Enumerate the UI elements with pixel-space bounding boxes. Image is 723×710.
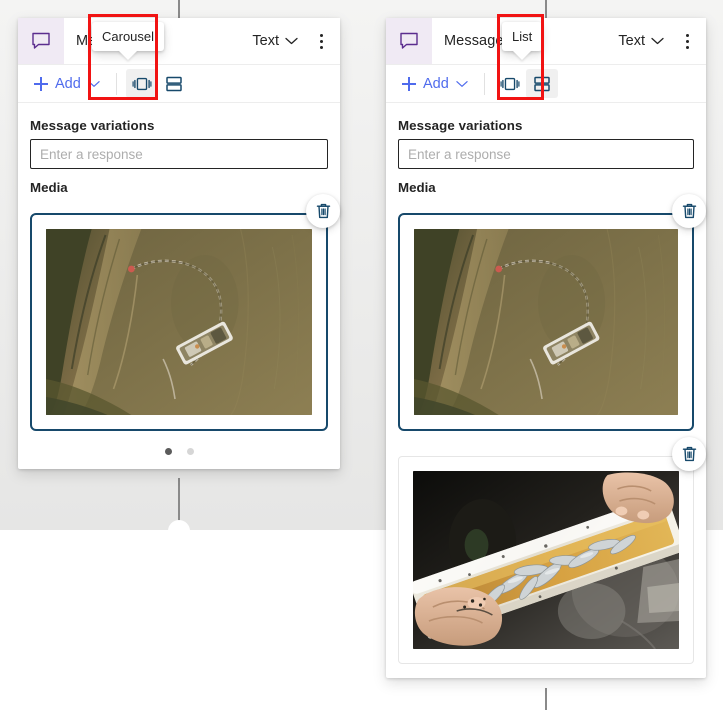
media-label: Media	[398, 180, 436, 195]
message-variations-input[interactable]	[398, 139, 694, 169]
plus-icon	[34, 76, 48, 91]
pagination-dot-2[interactable]	[186, 448, 194, 455]
list-tooltip: List	[502, 22, 543, 60]
media-card[interactable]	[398, 456, 694, 664]
list-layout-icon[interactable]	[525, 69, 558, 98]
node-title: Message	[444, 33, 504, 49]
media-item[interactable]	[30, 194, 340, 431]
chevron-down-icon	[88, 76, 100, 92]
node-toolbar: Add	[18, 64, 340, 103]
media-image-fish-trough	[413, 471, 679, 649]
chevron-down-icon	[651, 33, 664, 49]
node-body: Message variations Media	[386, 103, 706, 678]
message-type-dropdown[interactable]: Text	[250, 31, 300, 51]
carousel-layout-icon[interactable]	[125, 69, 158, 98]
more-options-icon[interactable]	[678, 31, 696, 51]
message-type-label: Text	[252, 33, 279, 49]
chat-bubble-icon	[386, 18, 432, 64]
delete-media-button[interactable]	[306, 194, 340, 228]
node-header: Message Text	[18, 18, 340, 64]
chevron-down-icon	[456, 76, 468, 92]
message-type-label: Text	[618, 33, 645, 49]
add-button-label: Add	[423, 75, 449, 92]
media-image-aerial-boat	[414, 229, 678, 415]
node-header: Message Text	[386, 18, 706, 64]
chevron-down-icon	[285, 33, 298, 49]
add-button-label: Add	[55, 75, 81, 92]
media-label: Media	[30, 180, 68, 195]
carousel-layout-icon[interactable]	[494, 69, 526, 98]
tooltip-arrow-icon	[118, 50, 139, 60]
message-node-list[interactable]: Message Text Add Message variations Ente…	[386, 18, 706, 678]
media-card[interactable]	[30, 213, 328, 431]
plus-icon	[402, 76, 416, 91]
add-button[interactable]: Add	[30, 73, 104, 95]
connector-line-bottom-right	[545, 688, 547, 710]
message-variations-label: Message variations	[398, 118, 523, 133]
media-item[interactable]	[398, 194, 706, 431]
delete-media-button[interactable]	[672, 194, 706, 228]
toolbar-divider	[483, 72, 485, 95]
message-variations-label: Message variations	[30, 118, 155, 133]
delete-media-button[interactable]	[672, 437, 706, 471]
media-card[interactable]	[398, 213, 694, 431]
node-header-actions: Text	[616, 31, 706, 51]
node-header-actions: Text	[250, 31, 340, 51]
node-body: Message variations Media	[18, 103, 340, 469]
add-button[interactable]: Add	[398, 73, 472, 95]
media-image-aerial-boat	[46, 229, 312, 415]
list-layout-icon[interactable]	[158, 69, 190, 98]
tooltip-arrow-icon	[512, 50, 533, 60]
list-tooltip-label: List	[512, 29, 533, 44]
media-item[interactable]	[398, 437, 706, 664]
chat-bubble-icon	[18, 18, 64, 64]
carousel-tooltip-label: Carousel	[102, 29, 155, 44]
connector-node-left[interactable]	[168, 520, 190, 542]
pagination-dot-1[interactable]	[164, 448, 172, 455]
node-toolbar: Add	[386, 64, 706, 103]
carousel-pagination[interactable]	[30, 431, 328, 469]
message-type-dropdown[interactable]: Text	[616, 31, 666, 51]
carousel-tooltip: Carousel	[92, 22, 165, 60]
message-node-carousel[interactable]: Message Text Add	[18, 18, 340, 469]
toolbar-divider	[115, 72, 117, 95]
more-options-icon[interactable]	[312, 31, 330, 51]
message-variations-input[interactable]	[30, 139, 328, 169]
